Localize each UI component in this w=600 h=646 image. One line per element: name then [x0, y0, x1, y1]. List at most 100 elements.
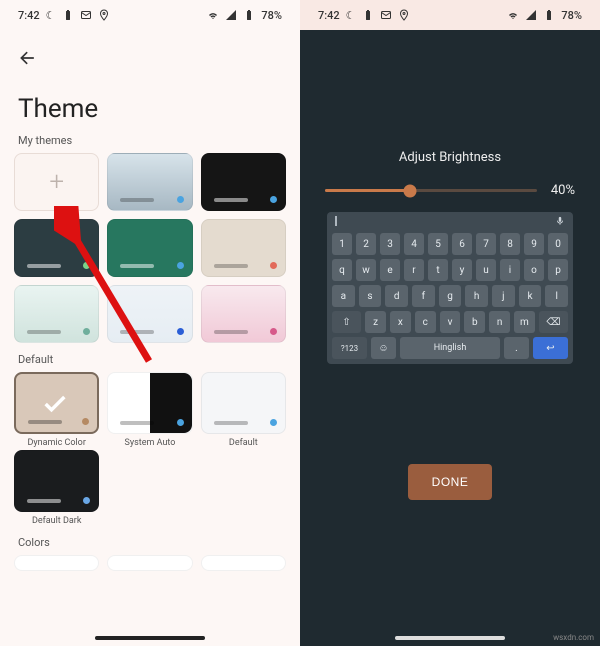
key[interactable]: 8 [500, 233, 520, 255]
android-nav-handle[interactable] [95, 636, 205, 640]
text-cursor-icon [335, 216, 337, 226]
android-nav-handle[interactable] [395, 636, 505, 640]
theme-card[interactable] [201, 285, 286, 343]
brightness-screen: 7:42 ☾ 78% Adjust Brightness 40% [300, 0, 600, 646]
key[interactable]: 5 [428, 233, 448, 255]
theme-card[interactable] [201, 153, 286, 211]
theme-default[interactable] [201, 372, 286, 434]
theme-card[interactable] [201, 219, 286, 277]
key[interactable]: a [332, 285, 355, 307]
theme-card[interactable] [14, 285, 99, 343]
key[interactable]: e [380, 259, 400, 281]
theme-card[interactable] [107, 153, 192, 211]
section-my-themes: My themes [18, 134, 300, 147]
battery-saver-icon [362, 9, 374, 21]
key[interactable]: b [464, 311, 485, 333]
period-key[interactable]: . [504, 337, 529, 359]
back-button[interactable] [18, 48, 300, 72]
theme-label: System Auto [107, 438, 192, 448]
brightness-label: Adjust Brightness [399, 150, 501, 165]
key[interactable]: y [452, 259, 472, 281]
key[interactable]: x [390, 311, 411, 333]
status-time: 7:42 [318, 9, 340, 22]
key[interactable]: t [428, 259, 448, 281]
key[interactable]: 6 [452, 233, 472, 255]
key[interactable]: m [514, 311, 535, 333]
battery-icon [243, 9, 255, 21]
mail-icon [80, 9, 92, 21]
key[interactable]: 7 [476, 233, 496, 255]
backspace-key[interactable]: ⌫ [539, 311, 568, 333]
brightness-slider[interactable] [325, 189, 537, 192]
emoji-key[interactable]: ☺ [371, 337, 396, 359]
key[interactable]: d [385, 285, 408, 307]
brightness-panel: Adjust Brightness 40% 1234567890 qwertyui… [300, 30, 600, 646]
key[interactable]: 9 [524, 233, 544, 255]
color-swatch[interactable] [201, 555, 286, 571]
key[interactable]: c [415, 311, 436, 333]
add-theme-button[interactable]: + [14, 153, 99, 211]
theme-system-auto[interactable] [107, 372, 192, 434]
theme-label: Default [201, 438, 286, 448]
theme-label: Default Dark [14, 516, 99, 526]
moon-icon: ☾ [46, 9, 56, 22]
key[interactable]: w [356, 259, 376, 281]
key[interactable]: v [440, 311, 461, 333]
theme-card[interactable] [107, 219, 192, 277]
default-themes-grid: Dynamic Color System Auto Default [0, 372, 300, 448]
keyboard-preview: 1234567890 qwertyuiop asdfghjkl ⇧zxcvbnm⌫ ?1… [327, 212, 573, 364]
key[interactable]: 4 [404, 233, 424, 255]
key[interactable]: z [365, 311, 386, 333]
status-bar: 7:42 ☾ 78% [300, 0, 600, 30]
key[interactable]: 2 [356, 233, 376, 255]
wifi-icon [207, 9, 219, 21]
key[interactable]: s [359, 285, 382, 307]
key[interactable]: g [439, 285, 462, 307]
section-default: Default [18, 353, 300, 366]
key[interactable]: p [548, 259, 568, 281]
moon-icon: ☾ [346, 9, 356, 22]
mic-icon [555, 216, 565, 226]
symbols-key[interactable]: ?123 [332, 337, 367, 359]
watermark: wsxdn.com [553, 633, 594, 642]
key[interactable]: 0 [548, 233, 568, 255]
status-bar: 7:42 ☾ 78% [0, 0, 300, 30]
color-swatch[interactable] [14, 555, 99, 571]
mail-icon [380, 9, 392, 21]
section-colors: Colors [18, 536, 300, 549]
theme-default-dark[interactable] [14, 450, 99, 512]
key[interactable]: q [332, 259, 352, 281]
battery-percentage: 78% [561, 9, 582, 22]
key[interactable]: 3 [380, 233, 400, 255]
color-swatch[interactable] [107, 555, 192, 571]
key[interactable]: r [404, 259, 424, 281]
key[interactable]: 1 [332, 233, 352, 255]
location-icon [398, 9, 410, 21]
key[interactable]: i [500, 259, 520, 281]
default-themes-grid-2: Default Dark [0, 450, 300, 526]
key[interactable]: h [465, 285, 488, 307]
theme-card[interactable] [107, 285, 192, 343]
brightness-value: 40% [551, 183, 575, 198]
theme-card[interactable] [14, 219, 99, 277]
enter-key[interactable]: ↩ [533, 337, 568, 359]
colors-grid [0, 555, 300, 571]
theme-label: Dynamic Color [14, 438, 99, 448]
theme-dynamic-color[interactable] [14, 372, 99, 434]
battery-saver-icon [62, 9, 74, 21]
done-button[interactable]: DONE [408, 464, 493, 500]
location-icon [98, 9, 110, 21]
key[interactable]: l [545, 285, 568, 307]
key[interactable]: u [476, 259, 496, 281]
signal-icon [525, 9, 537, 21]
key[interactable]: n [489, 311, 510, 333]
shift-key[interactable]: ⇧ [332, 311, 361, 333]
key[interactable]: f [412, 285, 435, 307]
slider-thumb[interactable] [403, 184, 416, 197]
spacebar[interactable]: Hinglish [400, 337, 500, 359]
key[interactable]: k [519, 285, 542, 307]
key[interactable]: o [524, 259, 544, 281]
key[interactable]: j [492, 285, 515, 307]
battery-icon [543, 9, 555, 21]
battery-percentage: 78% [261, 9, 282, 22]
